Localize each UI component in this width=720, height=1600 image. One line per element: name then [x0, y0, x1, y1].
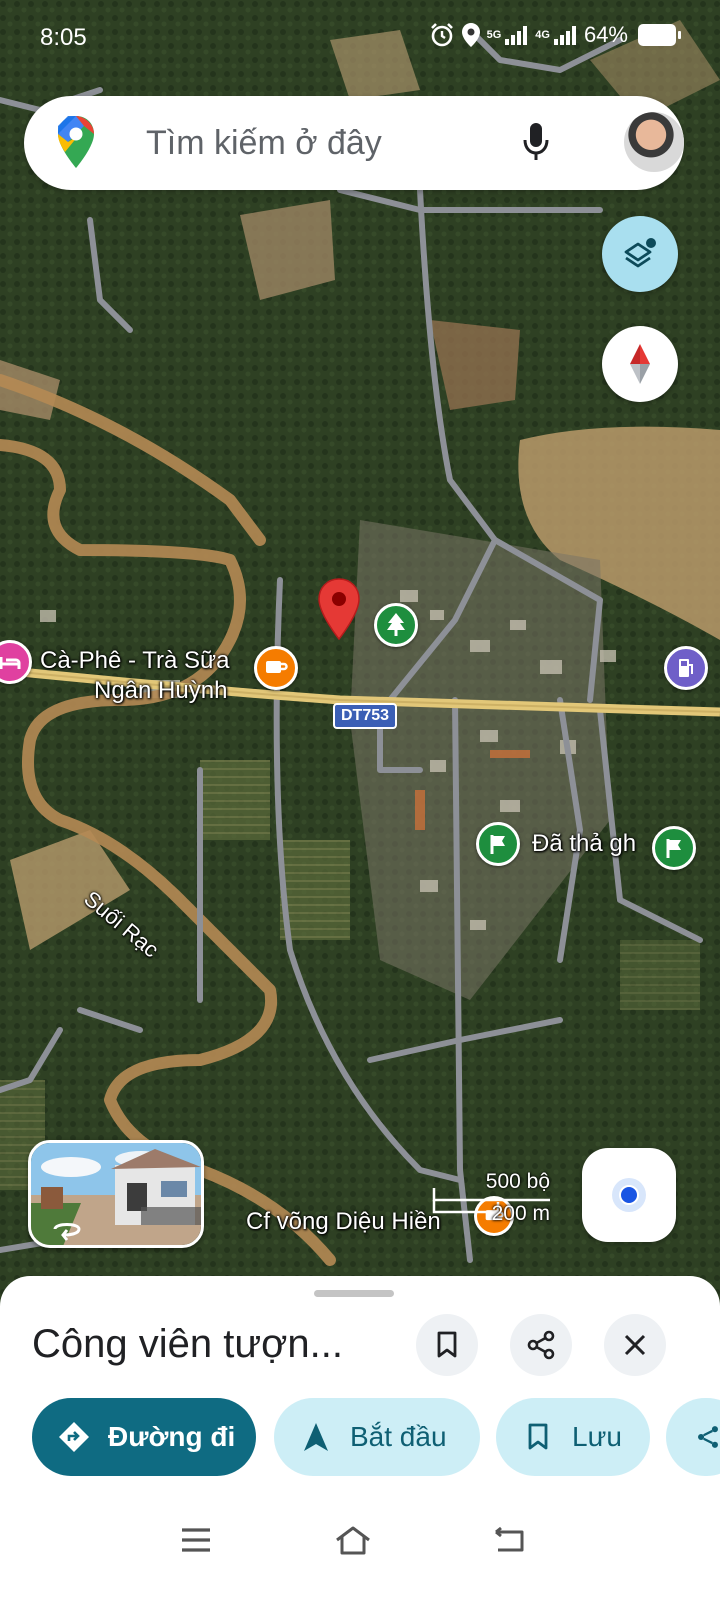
- gas-station-poi-icon[interactable]: [664, 646, 708, 690]
- signal-icon: [505, 26, 528, 45]
- back-icon: [495, 1526, 524, 1552]
- network-type-1: 5G: [486, 28, 502, 41]
- bookmark-icon: [437, 1331, 457, 1358]
- save-label: Lưu: [572, 1421, 622, 1452]
- home-icon: [336, 1526, 370, 1555]
- flag-poi-icon[interactable]: [652, 826, 696, 870]
- place-bottom-sheet[interactable]: Công viên tượn... Đường đi Bắt đầu Lưu: [0, 1276, 720, 1600]
- place-title[interactable]: Công viên tượn...: [32, 1322, 392, 1367]
- compass-icon: [630, 344, 650, 384]
- scale-meters: 200 m: [491, 1202, 550, 1225]
- sheet-drag-handle[interactable]: [314, 1290, 394, 1297]
- search-placeholder[interactable]: Tìm kiếm ở đây: [146, 124, 382, 163]
- navigation-arrow-icon: [304, 1423, 328, 1451]
- map-scale: 500 bộ 200 m: [432, 1170, 554, 1230]
- share-icon: [698, 1426, 718, 1448]
- start-label: Bắt đầu: [350, 1421, 447, 1452]
- save-button[interactable]: Lưu: [496, 1398, 650, 1476]
- directions-label: Đường đi: [108, 1421, 236, 1452]
- search-bar[interactable]: Tìm kiếm ở đây: [24, 96, 684, 190]
- map-label-cafe-line2[interactable]: Ngân Huỳnh: [94, 677, 227, 704]
- my-location-button[interactable]: [582, 1148, 676, 1242]
- flag-poi-icon[interactable]: [476, 822, 520, 866]
- share-chip-button[interactable]: [666, 1398, 720, 1476]
- share-button[interactable]: [510, 1314, 572, 1376]
- home-nav-button[interactable]: [334, 1526, 372, 1561]
- battery-percent: 64%: [583, 22, 628, 47]
- avatar[interactable]: [624, 112, 684, 172]
- signal-icon: [553, 26, 576, 45]
- road-shield-dt753[interactable]: DT753: [333, 703, 398, 729]
- bookmark-icon: [528, 1423, 548, 1450]
- start-button[interactable]: Bắt đầu: [274, 1398, 480, 1476]
- back-nav-button[interactable]: [492, 1526, 526, 1559]
- menu-nav-button[interactable]: [180, 1526, 212, 1559]
- google-maps-logo-icon: [58, 116, 94, 168]
- cafe-poi-icon[interactable]: [254, 646, 298, 690]
- location-icon: [461, 23, 480, 47]
- close-button[interactable]: [604, 1314, 666, 1376]
- satellite-map[interactable]: DT753 Cà-Phê - Trà Sữa Ngân Huỳnh Suối R…: [0, 0, 720, 1310]
- save-icon-button[interactable]: [416, 1314, 478, 1376]
- battery-icon: [638, 24, 681, 46]
- map-label-cafe-line1[interactable]: Cà-Phê - Trà Sữa: [40, 647, 229, 674]
- directions-button[interactable]: Đường đi: [32, 1398, 256, 1476]
- menu-icon: [182, 1528, 210, 1552]
- map-label-flag-place[interactable]: Đã thả gh: [532, 830, 636, 857]
- my-location-icon: [612, 1178, 646, 1212]
- system-nav-bar: [0, 1496, 720, 1600]
- street-view-thumbnail[interactable]: [28, 1140, 204, 1248]
- layers-icon: [624, 238, 656, 268]
- alarm-icon: [430, 23, 453, 47]
- share-icon: [527, 1330, 555, 1360]
- directions-icon: [59, 1422, 89, 1452]
- network-type-2: 4G: [535, 28, 550, 41]
- park-poi-icon[interactable]: [374, 603, 418, 647]
- layers-button[interactable]: [602, 216, 678, 292]
- status-time: 8:05: [40, 24, 87, 51]
- selected-place-pin-icon[interactable]: [318, 578, 360, 640]
- map-label-cafe2[interactable]: Cf võng Diệu Hiền: [246, 1208, 441, 1235]
- close-icon: [624, 1334, 646, 1356]
- compass-button[interactable]: [602, 326, 678, 402]
- microphone-icon[interactable]: [522, 122, 550, 162]
- rotate-360-icon: [53, 1223, 81, 1241]
- status-bar: 8:05 5G 4G 64%: [0, 0, 720, 80]
